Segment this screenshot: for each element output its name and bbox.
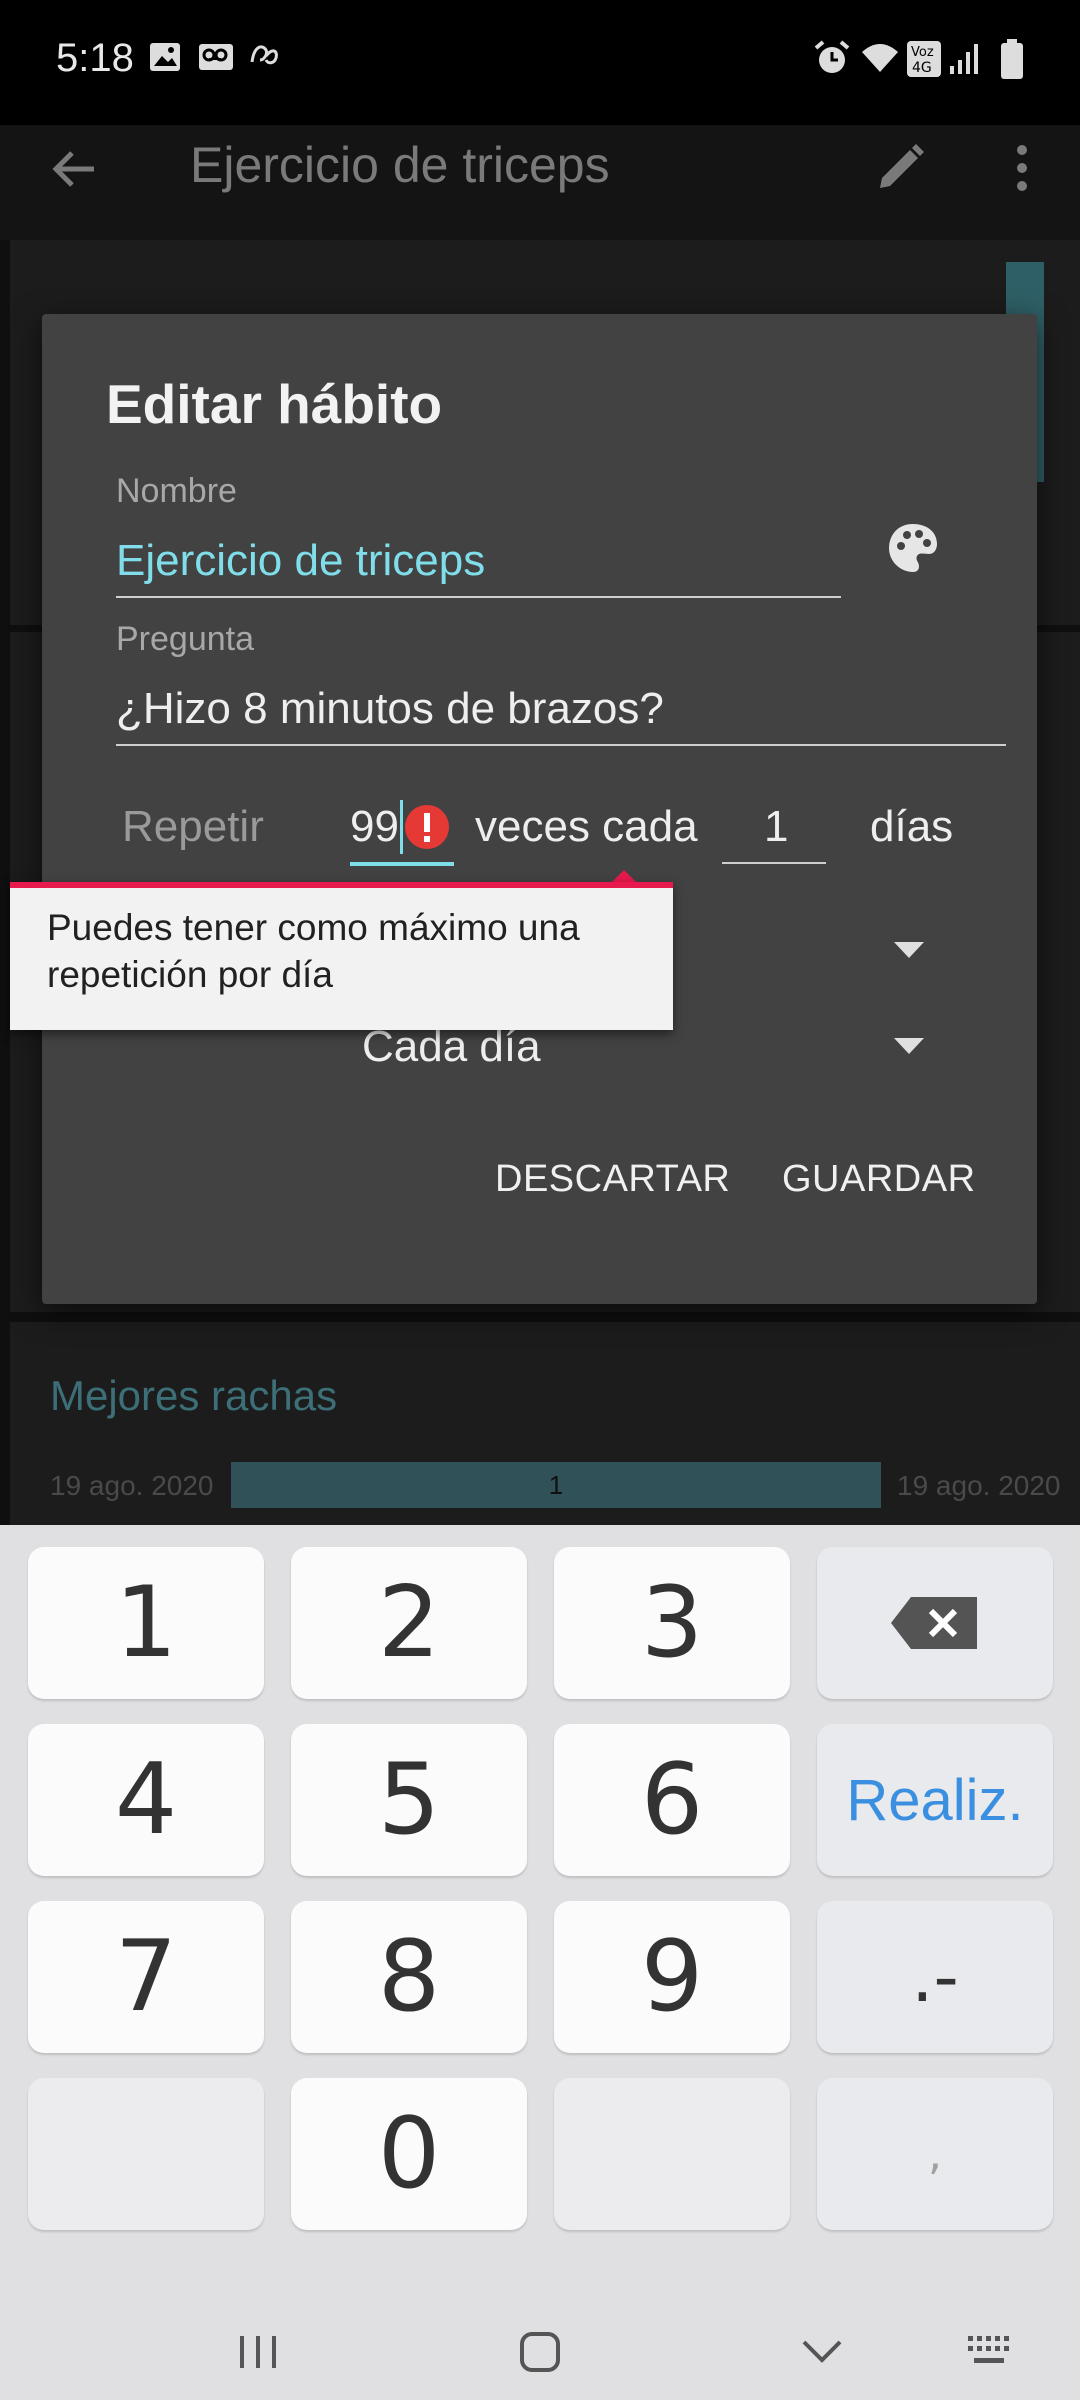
navigation-bar bbox=[0, 2310, 1080, 2400]
key-5[interactable]: 5 bbox=[291, 1724, 527, 1876]
error-icon bbox=[405, 805, 449, 849]
text-cursor bbox=[400, 800, 403, 854]
every-days-input[interactable]: 1 bbox=[764, 802, 788, 852]
backspace-key[interactable] bbox=[817, 1547, 1053, 1699]
status-time: 5:18 bbox=[56, 36, 134, 80]
numeric-keyboard: 1 2 3 4 5 6 Realiz. 7 8 9 .- 0 , bbox=[0, 1525, 1080, 2310]
edit-habit-dialog: Editar hábito Nombre Ejercicio de tricep… bbox=[42, 314, 1037, 1304]
volte-icon: Voz4G bbox=[907, 41, 941, 77]
gallery-icon bbox=[150, 43, 180, 71]
alarm-icon bbox=[814, 40, 850, 73]
save-button[interactable]: GUARDAR bbox=[782, 1158, 976, 1201]
dialog-title: Editar hábito bbox=[106, 373, 443, 435]
app-bar-title: Ejercicio de triceps bbox=[190, 137, 610, 193]
streak-end-date: 19 ago. 2020 bbox=[897, 1470, 1061, 1501]
dropdown-arrow-icon[interactable] bbox=[894, 1038, 924, 1054]
done-key[interactable]: Realiz. bbox=[817, 1724, 1053, 1876]
battery-icon bbox=[1001, 39, 1023, 79]
every-days-underline bbox=[722, 862, 826, 864]
name-label: Nombre bbox=[116, 472, 237, 510]
discard-button[interactable]: DESCARTAR bbox=[495, 1158, 730, 1201]
key-4[interactable]: 4 bbox=[28, 1724, 264, 1876]
key-8[interactable]: 8 bbox=[291, 1901, 527, 2053]
name-input[interactable]: Ejercicio de triceps bbox=[116, 536, 485, 586]
svg-text:Voz: Voz bbox=[911, 45, 934, 60]
times-every-text: veces cada bbox=[475, 802, 698, 851]
streak-start-date: 19 ago. 2020 bbox=[50, 1470, 214, 1501]
best-streaks-card: Mejores rachas 19 ago. 2020 1 19 ago. 20… bbox=[10, 1322, 1080, 1527]
wifi-icon bbox=[862, 44, 898, 72]
back-arrow-icon[interactable] bbox=[48, 143, 100, 195]
app-notification-icon bbox=[250, 45, 278, 65]
section-title: Mejores rachas bbox=[50, 1372, 338, 1419]
key-3[interactable]: 3 bbox=[554, 1547, 790, 1699]
svg-text:4G: 4G bbox=[912, 60, 932, 76]
key-1[interactable]: 1 bbox=[28, 1547, 264, 1699]
dot-dash-key[interactable]: .- bbox=[817, 1901, 1053, 2053]
comma-key[interactable]: , bbox=[817, 2078, 1053, 2230]
dropdown-arrow-icon[interactable] bbox=[894, 942, 924, 958]
recent-apps-icon[interactable] bbox=[236, 2332, 282, 2372]
backspace-icon bbox=[891, 1597, 977, 1649]
status-bar: 5:18 Voz 4G bbox=[0, 0, 1080, 125]
empty-key bbox=[28, 2078, 264, 2230]
key-7[interactable]: 7 bbox=[28, 1901, 264, 2053]
days-text: días bbox=[870, 802, 954, 851]
repeat-count-input[interactable]: 99 bbox=[350, 802, 399, 852]
key-2[interactable]: 2 bbox=[291, 1547, 527, 1699]
repeat-label: Repetir bbox=[122, 802, 264, 851]
key-9[interactable]: 9 bbox=[554, 1901, 790, 2053]
voicemail-icon bbox=[199, 44, 233, 70]
hide-keyboard-icon[interactable] bbox=[800, 2336, 844, 2366]
keyboard-switch-icon[interactable] bbox=[966, 2334, 1016, 2368]
signal-icon bbox=[950, 44, 978, 74]
repeat-count-underline bbox=[350, 862, 454, 866]
question-input[interactable]: ¿Hizo 8 minutos de brazos? bbox=[116, 684, 664, 734]
name-underline bbox=[116, 596, 841, 598]
key-0[interactable]: 0 bbox=[291, 2078, 527, 2230]
color-palette-icon[interactable] bbox=[885, 520, 941, 576]
home-icon[interactable] bbox=[518, 2330, 562, 2374]
error-tooltip: Puedes tener como máximo una repetición … bbox=[10, 882, 673, 1030]
key-6[interactable]: 6 bbox=[554, 1724, 790, 1876]
question-label: Pregunta bbox=[116, 620, 254, 658]
empty-key bbox=[554, 2078, 790, 2230]
edit-pencil-icon[interactable] bbox=[872, 140, 928, 196]
more-options-icon[interactable] bbox=[1010, 142, 1034, 194]
question-underline bbox=[116, 744, 1006, 746]
streak-bar: 1 bbox=[231, 1462, 881, 1508]
streak-value: 1 bbox=[548, 1470, 564, 1500]
error-tooltip-text: Puedes tener como máximo una repetición … bbox=[47, 907, 580, 995]
